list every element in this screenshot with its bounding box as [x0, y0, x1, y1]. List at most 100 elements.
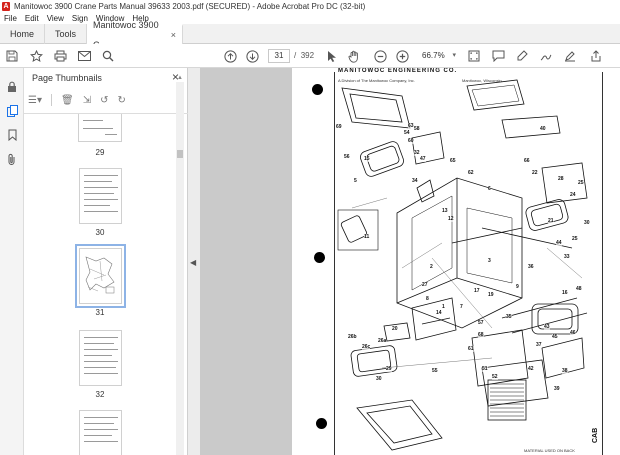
select-cursor-icon[interactable] [324, 48, 340, 64]
menu-file[interactable]: File [4, 14, 17, 23]
delete-page-icon[interactable]: 🗑 [61, 95, 74, 106]
thumbnail-label: 29 [95, 148, 105, 157]
tab-close-icon[interactable]: × [171, 25, 176, 45]
page-thumbnails-icon[interactable] [5, 104, 19, 118]
menu-edit[interactable]: Edit [25, 14, 39, 23]
thumb-text [84, 435, 112, 436]
page-thumbnail[interactable] [79, 330, 122, 386]
comment-icon[interactable] [490, 48, 506, 64]
tab-document[interactable]: Manitowoc 3900 C... × [87, 20, 184, 50]
part-number-label: 16 [562, 290, 568, 296]
part-number-label: 44 [556, 240, 562, 246]
thumbnail-label: 31 [95, 308, 105, 317]
rotate-clockwise-icon[interactable]: ↻ [117, 95, 125, 106]
attachments-icon[interactable] [5, 152, 19, 166]
part-number-label: 30 [376, 376, 382, 382]
highlight-pen-icon[interactable] [514, 48, 530, 64]
print-icon[interactable] [52, 48, 68, 64]
menu-view[interactable]: View [47, 14, 64, 23]
thumb-text [84, 429, 118, 430]
part-number-label: 57 [478, 320, 484, 326]
collapse-arrow-icon[interactable]: ◀ [190, 258, 196, 267]
part-number-label: 14 [436, 310, 442, 316]
part-number-label: 62 [468, 170, 474, 176]
part-number-label: 40 [540, 126, 546, 132]
part-number-label: 20 [392, 326, 398, 332]
bookmarks-icon[interactable] [5, 128, 19, 142]
thumb-drawing [85, 256, 115, 294]
part-number-label: 9 [516, 284, 519, 290]
fit-page-icon[interactable] [466, 48, 482, 64]
previous-page-icon[interactable] [222, 48, 238, 64]
part-number-label: 32 [414, 150, 420, 156]
thumb-text [84, 355, 112, 356]
tab-bar: Home Tools Manitowoc 3900 C... × [0, 20, 620, 50]
zoom-in-icon[interactable] [394, 48, 410, 64]
part-number-label: 66 [524, 158, 530, 164]
part-number-label: 25 [578, 180, 584, 186]
thumbnail-options-icon[interactable]: ☰▾ [28, 95, 42, 106]
tab-tools[interactable]: Tools [45, 24, 88, 44]
part-number-label: 5 [354, 178, 357, 184]
extract-page-icon[interactable]: ⇲ [83, 95, 91, 106]
part-number-label: 22 [532, 170, 538, 176]
page-thumbnail[interactable] [79, 168, 122, 224]
thumb-text [105, 134, 117, 135]
page-thumbnail[interactable] [79, 410, 122, 455]
next-page-icon[interactable] [244, 48, 260, 64]
page-thumbnail-selected[interactable] [75, 244, 126, 308]
part-number-label: 36 [528, 264, 534, 270]
zoom-out-icon[interactable] [372, 48, 388, 64]
thumb-text [84, 441, 118, 442]
scroll-up-icon[interactable]: ▲ [177, 75, 183, 81]
thumb-text [84, 343, 114, 344]
search-icon[interactable] [100, 48, 116, 64]
page-number-input[interactable]: 31 [268, 49, 290, 63]
scrollbar-thumb[interactable] [177, 150, 183, 158]
thumb-text [84, 423, 114, 424]
part-number-label: 26a [378, 338, 387, 344]
thumb-text [84, 181, 112, 182]
rotate-counterclockwise-icon[interactable]: ↺ [100, 95, 108, 106]
email-icon[interactable] [76, 48, 92, 64]
zoom-level-dropdown[interactable]: 66.7% ▾ [416, 49, 458, 63]
part-number-label: 65 [450, 158, 456, 164]
draw-icon[interactable] [538, 48, 554, 64]
part-number-label: 15 [364, 156, 370, 162]
part-number-label: 28 [558, 176, 564, 182]
sign-icon[interactable] [562, 48, 578, 64]
bookmark-star-icon[interactable] [28, 48, 44, 64]
toolbar: 31 / 392 66.7% ▾ [0, 44, 620, 68]
thumb-text [84, 193, 114, 194]
thumb-text [84, 337, 118, 338]
tab-home[interactable]: Home [0, 24, 46, 44]
page-thumbnail[interactable] [78, 114, 122, 142]
menu-sign[interactable]: Sign [72, 14, 88, 23]
part-number-label: 46 [570, 330, 576, 336]
window-title: Manitowoc 3900 Crane Parts Manual 39633 … [14, 1, 366, 11]
part-number-label: 25 [572, 236, 578, 242]
part-number-label: 21 [548, 218, 554, 224]
lock-icon[interactable] [5, 80, 19, 94]
part-number-label: 42 [528, 366, 534, 372]
part-number-label: 51 [482, 366, 488, 372]
page-separator: / [294, 51, 297, 60]
title-bar: A Manitowoc 3900 Crane Parts Manual 3963… [0, 0, 620, 12]
part-number-label: 56 [344, 154, 350, 160]
thumb-text [84, 367, 116, 368]
part-number-label: 37 [536, 342, 542, 348]
document-viewer[interactable]: MANITOWOC ENGINEERING CO. A Division of … [200, 68, 620, 455]
thumb-text [84, 349, 118, 350]
save-icon[interactable] [4, 48, 20, 64]
part-number-label: 45 [552, 334, 558, 340]
part-number-label: 8 [426, 296, 429, 302]
thumb-text [83, 128, 113, 129]
total-pages: 392 [300, 51, 315, 60]
thumbnail-scrollbar[interactable] [176, 82, 184, 455]
part-number-label: 2 [430, 264, 433, 270]
hand-tool-icon[interactable] [346, 48, 362, 64]
part-number-label: 1 [442, 304, 445, 310]
part-number-label: 17 [474, 288, 480, 294]
panel-collapse-bar[interactable]: ◀ [188, 68, 200, 455]
share-icon[interactable] [588, 48, 604, 64]
